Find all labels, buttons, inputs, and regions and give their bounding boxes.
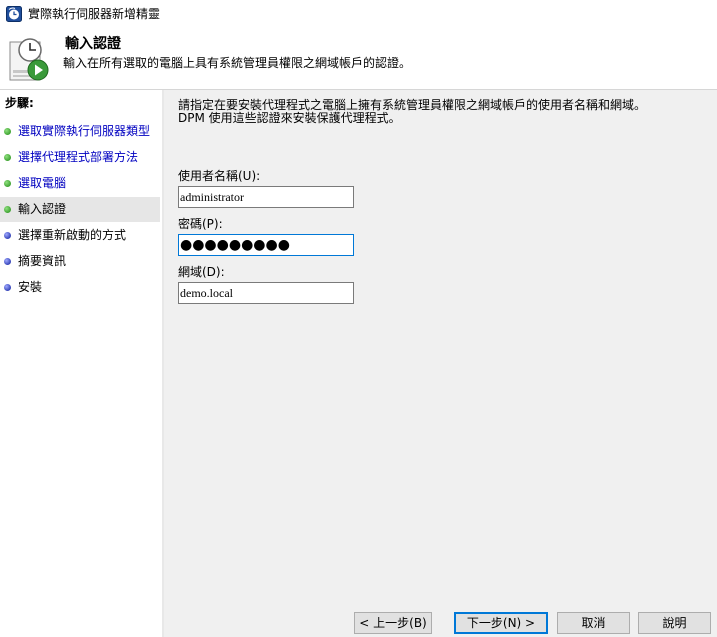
title-bar: 實際執行伺服器新增精靈 [0,0,717,28]
step-summary: 摘要資訊 [0,249,160,274]
step-pending-icon [4,258,11,265]
page-title: 輸入認證 [65,36,121,52]
step-deployment-method[interactable]: 選擇代理程式部署方法 [0,145,160,170]
step-label: 選取電腦 [18,176,67,190]
step-complete-icon [4,154,11,161]
help-button[interactable]: 說明 [638,612,711,634]
steps-heading: 步驟: [5,96,34,110]
step-label: 選擇代理程式部署方法 [18,150,139,164]
next-button[interactable]: 下一步(N) > [454,612,548,634]
step-complete-icon [4,128,11,135]
back-button[interactable]: < 上一步(B) [354,612,432,634]
schedule-server-icon [9,38,49,81]
page-subtitle: 輸入在所有選取的電腦上具有系統管理員權限之網域帳戶的認證。 [63,56,412,70]
credentials-panel: 請指定在要安裝代理程式之電腦上擁有系統管理員權限之網域帳戶的使用者名稱和網域。 … [164,90,717,637]
step-label: 選取實際執行伺服器類型 [18,124,151,138]
cancel-button[interactable]: 取消 [557,612,630,634]
step-pending-icon [4,232,11,239]
username-label: 使用者名稱(U): [178,169,261,183]
step-pending-icon [4,284,11,291]
step-current-icon [4,206,11,213]
step-label: 輸入認證 [18,202,67,216]
instructions-text: 請指定在要安裝代理程式之電腦上擁有系統管理員權限之網域帳戶的使用者名稱和網域。 … [178,99,646,125]
step-select-server-type[interactable]: 選取實際執行伺服器類型 [0,119,160,144]
steps-sidebar: 步驟: 選取實際執行伺服器類型 選擇代理程式部署方法 選取電腦 輸入認證 選擇重… [0,90,162,637]
instructions-line: DPM 使用這些認證來安裝保護代理程式。 [178,111,401,125]
step-complete-icon [4,180,11,187]
step-restart-method: 選擇重新啟動的方式 [0,223,160,248]
wizard-header: 輸入認證 輸入在所有選取的電腦上具有系統管理員權限之網域帳戶的認證。 [0,28,717,89]
domain-field[interactable]: demo.local [178,282,354,304]
step-label: 安裝 [18,280,43,294]
step-enter-credentials: 輸入認證 [0,197,160,222]
password-label: 密碼(P): [178,217,223,231]
password-field[interactable]: ●●●●●●●●● [178,234,354,256]
step-select-computers[interactable]: 選取電腦 [0,171,160,196]
window-title: 實際執行伺服器新增精靈 [28,7,161,21]
username-field[interactable]: administrator [178,186,354,208]
step-label: 摘要資訊 [18,254,67,268]
app-icon [6,6,22,22]
domain-label: 網域(D): [178,265,225,279]
step-label: 選擇重新啟動的方式 [18,228,127,242]
step-install: 安裝 [0,275,160,300]
